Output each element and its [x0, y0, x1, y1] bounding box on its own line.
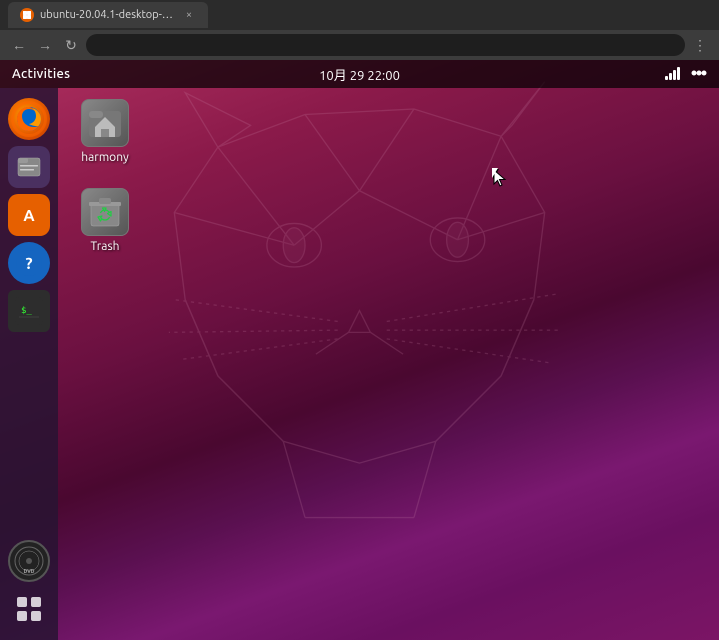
browser-tabs: ubuntu-20.04.1-desktop-am... × — [0, 0, 719, 30]
dock: A ? $_ DVD — [0, 88, 58, 640]
activities-label[interactable]: Activities — [12, 67, 70, 81]
back-button[interactable]: ← — [8, 34, 30, 56]
tab-title: ubuntu-20.04.1-desktop-am... — [40, 9, 176, 21]
dock-item-files[interactable] — [8, 146, 50, 188]
svg-text:$_: $_ — [21, 306, 32, 316]
dock-item-firefox[interactable] — [8, 98, 50, 140]
dock-item-appstore[interactable]: A — [8, 194, 50, 236]
harmony-label: harmony — [81, 151, 128, 164]
forward-button[interactable]: → — [34, 34, 56, 56]
svg-text:A: A — [23, 207, 35, 225]
network-icon[interactable] — [665, 66, 683, 83]
tray-icon[interactable] — [691, 66, 707, 83]
trash-label: Trash — [90, 240, 119, 253]
dock-item-dvd[interactable]: DVD — [8, 540, 50, 582]
topbar-right — [665, 66, 707, 83]
browser-toolbar: ← → ↻ ⋮ — [0, 30, 719, 60]
menu-button[interactable]: ⋮ — [689, 34, 711, 56]
datetime-display: 10月 29 22:00 — [319, 65, 400, 84]
browser-chrome: ubuntu-20.04.1-desktop-am... × ← → ↻ ⋮ — [0, 0, 719, 60]
dock-item-show-apps[interactable] — [8, 588, 50, 630]
desktop-icon-harmony[interactable]: harmony — [65, 95, 145, 168]
address-bar[interactable] — [86, 34, 685, 56]
home-folder-icon — [81, 99, 129, 147]
tab-close-button[interactable]: × — [182, 8, 196, 22]
svg-text:DVD: DVD — [24, 568, 35, 574]
desktop-icon-trash[interactable]: Trash — [65, 184, 145, 257]
tab-favicon — [20, 8, 34, 22]
dock-item-terminal[interactable]: $_ — [8, 290, 50, 332]
desktop: Activities 10月 29 22:00 — [0, 60, 719, 640]
desktop-icons: harmony Trash — [65, 95, 145, 273]
reload-button[interactable]: ↻ — [60, 34, 82, 56]
browser-tab[interactable]: ubuntu-20.04.1-desktop-am... × — [8, 2, 208, 28]
svg-text:?: ? — [25, 255, 32, 273]
trash-folder-icon — [81, 188, 129, 236]
topbar: Activities 10月 29 22:00 — [0, 60, 719, 88]
dock-item-help[interactable]: ? — [8, 242, 50, 284]
